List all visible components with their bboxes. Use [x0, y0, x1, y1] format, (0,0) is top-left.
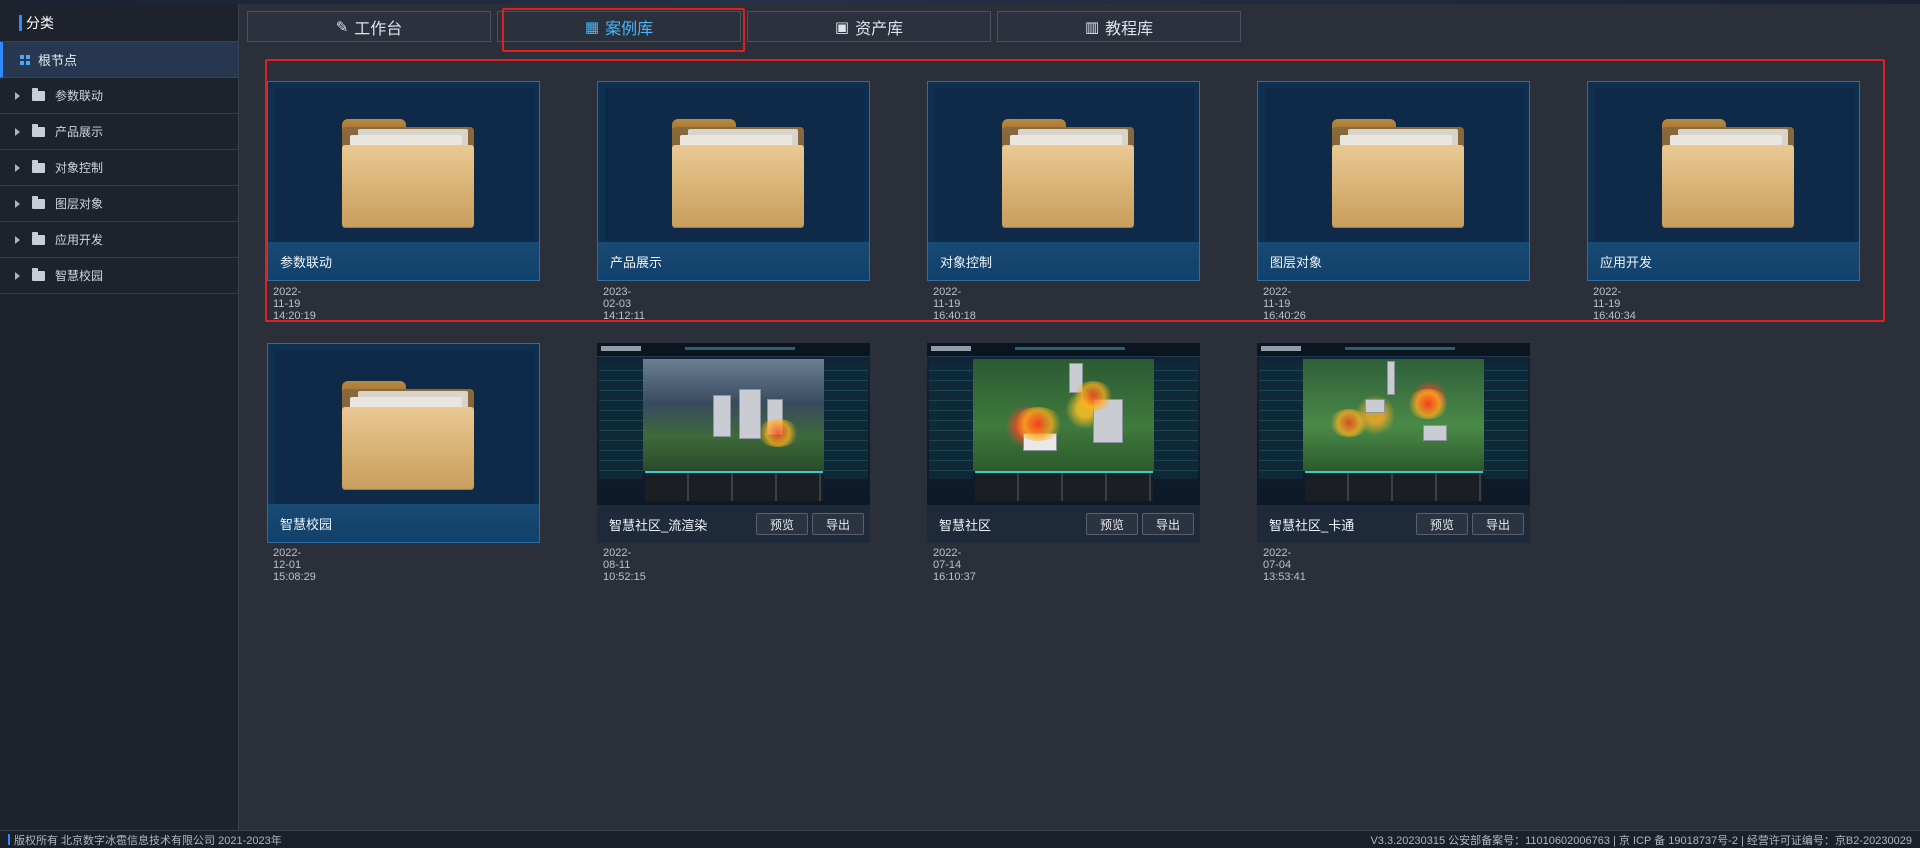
preview-button[interactable]: 预览	[1415, 513, 1468, 535]
sidebar-item-label: 图层对象	[55, 197, 104, 211]
folder-card[interactable]: 参数联动	[267, 81, 540, 281]
project-thumbnail	[597, 343, 870, 505]
project-card[interactable]: 智慧社区_流渲染 预览 导出	[597, 343, 870, 543]
expand-arrow-icon[interactable]	[15, 91, 20, 100]
card-title: 应用开发	[1588, 242, 1859, 280]
card-title: 图层对象	[1258, 242, 1529, 280]
sidebar-item-label: 智慧校园	[55, 269, 104, 283]
grid-icon	[20, 54, 30, 65]
card-date: 2022-11-19 14:20:19	[273, 286, 316, 322]
card-title: 智慧社区	[939, 517, 992, 533]
project-card[interactable]: 智慧社区_卡通 预览 导出	[1257, 343, 1530, 543]
sidebar-item-label: 产品展示	[55, 125, 104, 139]
folder-icon	[32, 123, 45, 137]
card-title: 参数联动	[268, 242, 539, 280]
folder-icon	[1002, 119, 1134, 227]
tab-label: 案例库	[605, 20, 654, 38]
card-date: 2022-07-14 16:10:37	[933, 547, 976, 583]
preview-button[interactable]: 预览	[755, 513, 808, 535]
folder-card[interactable]: 应用开发	[1587, 81, 1860, 281]
folder-icon	[32, 195, 45, 209]
folder-card[interactable]: 智慧校园	[267, 343, 540, 543]
folder-card[interactable]: 产品展示	[597, 81, 870, 281]
card-date: 2022-11-19 16:40:18	[933, 286, 976, 322]
project-card[interactable]: 智慧社区 预览 导出	[927, 343, 1200, 543]
folder-card[interactable]: 图层对象	[1257, 81, 1530, 281]
card-date: 2022-11-19 16:40:26	[1263, 286, 1306, 322]
expand-arrow-icon[interactable]	[15, 199, 20, 208]
expand-arrow-icon[interactable]	[15, 271, 20, 280]
grid-icon: ▦	[584, 18, 600, 36]
tab-tutorial-library[interactable]: ▥ 教程库	[997, 11, 1241, 42]
book-icon: ▥	[1084, 18, 1100, 36]
project-bar: 智慧社区_卡通 预览 导出	[1257, 505, 1530, 543]
card-title: 智慧校园	[268, 504, 539, 542]
folder-icon	[32, 267, 45, 281]
preview-button[interactable]: 预览	[1085, 513, 1138, 535]
folder-thumbnail	[1595, 88, 1854, 242]
expand-arrow-icon[interactable]	[15, 127, 20, 136]
sidebar-item-app-dev[interactable]: 应用开发	[0, 222, 238, 258]
tab-case-library[interactable]: ▦ 案例库	[497, 11, 741, 42]
tab-asset-library[interactable]: ▣ 资产库	[747, 11, 991, 42]
folder-icon	[32, 159, 45, 173]
root-node-label: 根节点	[38, 53, 78, 68]
folder-icon	[1332, 119, 1464, 227]
project-thumbnail	[927, 343, 1200, 505]
project-bar: 智慧社区 预览 导出	[927, 505, 1200, 543]
tab-workbench[interactable]: ✎ 工作台	[247, 11, 491, 42]
folder-icon	[32, 87, 45, 101]
sidebar-item-object-control[interactable]: 对象控制	[0, 150, 238, 186]
tab-label: 工作台	[354, 20, 403, 38]
folder-icon	[32, 231, 45, 245]
sidebar-item-smart-campus[interactable]: 智慧校园	[0, 258, 238, 294]
edit-icon: ✎	[335, 18, 349, 36]
top-strip	[0, 0, 1920, 4]
folder-thumbnail	[935, 88, 1194, 242]
folder-thumbnail	[275, 350, 534, 504]
folder-icon	[1662, 119, 1794, 227]
tab-label: 资产库	[855, 20, 904, 38]
card-title: 对象控制	[928, 242, 1199, 280]
sidebar-item-label: 对象控制	[55, 161, 104, 175]
main-tabs: ✎ 工作台 ▦ 案例库 ▣ 资产库 ▥ 教程库	[247, 11, 1241, 42]
card-date: 2022-11-19 16:40:34	[1593, 286, 1636, 322]
expand-arrow-icon[interactable]	[15, 163, 20, 172]
sidebar-item-layer-object[interactable]: 图层对象	[0, 186, 238, 222]
sidebar-title: 分类	[26, 14, 54, 31]
card-date: 2022-08-11 10:52:15	[603, 547, 646, 583]
folder-thumbnail	[275, 88, 534, 242]
footer-version-info: V3.3.20230315 公安部备案号：11010602006763 | 京 …	[1370, 834, 1912, 847]
folder-icon	[342, 381, 474, 489]
card-date: 2023-02-03 14:12:11	[603, 286, 646, 322]
folder-card[interactable]: 对象控制	[927, 81, 1200, 281]
card-title: 产品展示	[598, 242, 869, 280]
sidebar-item-params-linkage[interactable]: 参数联动	[0, 78, 238, 114]
expand-arrow-icon[interactable]	[15, 235, 20, 244]
sidebar-root-node[interactable]: 根节点	[0, 42, 238, 78]
folder-icon	[672, 119, 804, 227]
sidebar-item-product-display[interactable]: 产品展示	[0, 114, 238, 150]
export-button[interactable]: 导出	[811, 513, 864, 535]
footer: 版权所有 北京数字冰雹信息技术有限公司 2021-2023年 V3.3.2023…	[0, 830, 1920, 848]
project-thumbnail	[1257, 343, 1530, 505]
card-date: 2022-12-01 15:08:29	[273, 547, 316, 583]
folder-thumbnail	[605, 88, 864, 242]
project-bar: 智慧社区_流渲染 预览 导出	[597, 505, 870, 543]
card-title: 智慧社区_卡通	[1269, 517, 1355, 533]
export-button[interactable]: 导出	[1141, 513, 1194, 535]
card-title: 智慧社区_流渲染	[609, 517, 708, 533]
card-date: 2022-07-04 13:53:41	[1263, 547, 1306, 583]
tab-label: 教程库	[1105, 20, 1154, 38]
category-sidebar: 分类 根节点 参数联动 产品展示 对象控制 图层对象 应用开发 智慧校园	[0, 4, 239, 830]
sidebar-item-label: 应用开发	[55, 233, 104, 247]
export-button[interactable]: 导出	[1471, 513, 1524, 535]
sidebar-item-label: 参数联动	[55, 89, 104, 103]
folder-thumbnail	[1265, 88, 1524, 242]
footer-copyright: 版权所有 北京数字冰雹信息技术有限公司 2021-2023年	[8, 832, 282, 848]
folder-icon	[342, 119, 474, 227]
sidebar-header: 分类	[0, 4, 238, 42]
briefcase-icon: ▣	[834, 18, 850, 36]
